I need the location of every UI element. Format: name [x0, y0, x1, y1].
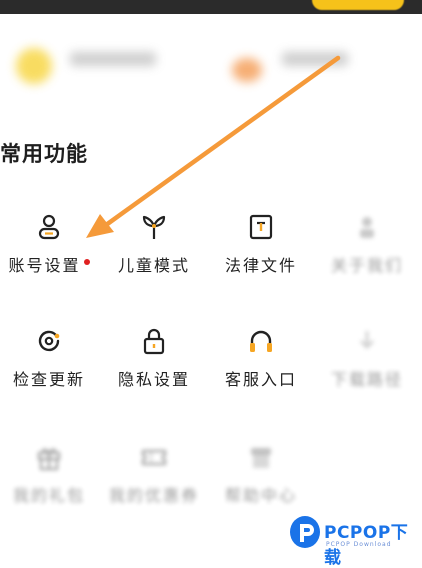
store-icon [251, 448, 271, 468]
blurred-orange-icon [232, 58, 262, 82]
privacy-settings-item[interactable]: 隐私设置 [99, 326, 209, 390]
customer-service-label: 客服入口 [224, 370, 297, 389]
my-gift-item[interactable]: 我的礼包 [0, 442, 104, 506]
watermark: PCPOP下载 PCPOP Download [290, 514, 420, 568]
lock-icon [143, 328, 165, 355]
sprout-icon [142, 215, 166, 239]
coupon-icon [141, 449, 167, 466]
user-icon [38, 214, 60, 240]
kids-mode-item[interactable]: 儿童模式 [99, 212, 209, 276]
check-update-item[interactable]: 检查更新 [0, 326, 104, 390]
privacy-settings-label: 隐私设置 [117, 370, 190, 389]
about-us-item[interactable]: 关于我们 [312, 212, 422, 276]
my-coupons-label: 我的优惠券 [108, 486, 199, 505]
blurred-text [282, 52, 348, 66]
my-gift-label: 我的礼包 [12, 486, 85, 505]
info-icon [360, 217, 374, 238]
my-coupons-item[interactable]: 我的优惠券 [99, 442, 209, 506]
kids-mode-label: 儿童模式 [117, 256, 190, 275]
account-settings-item[interactable]: 账号设置 [0, 212, 104, 276]
header-action-button[interactable] [312, 0, 404, 10]
download-path-item[interactable]: 下载路径 [312, 326, 422, 390]
top-header-bar [0, 0, 422, 14]
customer-service-item[interactable]: 客服入口 [206, 326, 316, 390]
blurred-text [70, 52, 156, 66]
legal-documents-label: 法律文件 [224, 256, 297, 275]
document-icon [249, 214, 273, 240]
download-icon [359, 331, 375, 350]
account-settings-label: 账号设置 [0, 252, 104, 276]
legal-documents-item[interactable]: 法律文件 [206, 212, 316, 276]
section-title: 常用功能 [0, 142, 88, 166]
download-path-label: 下载路径 [330, 370, 403, 389]
help-center-item[interactable]: 帮助中心 [206, 442, 316, 506]
notification-dot [83, 258, 90, 265]
watermark-subtitle: PCPOP Download [326, 541, 392, 548]
pcpop-logo-icon [290, 516, 320, 548]
refresh-icon [38, 330, 60, 352]
blurred-yellow-icon [16, 48, 52, 84]
gift-icon [37, 448, 61, 471]
blurred-feature-row [0, 30, 422, 100]
help-center-label: 帮助中心 [224, 486, 297, 505]
check-update-label: 检查更新 [12, 370, 85, 389]
headset-icon [250, 330, 272, 352]
about-us-label: 关于我们 [330, 256, 403, 275]
